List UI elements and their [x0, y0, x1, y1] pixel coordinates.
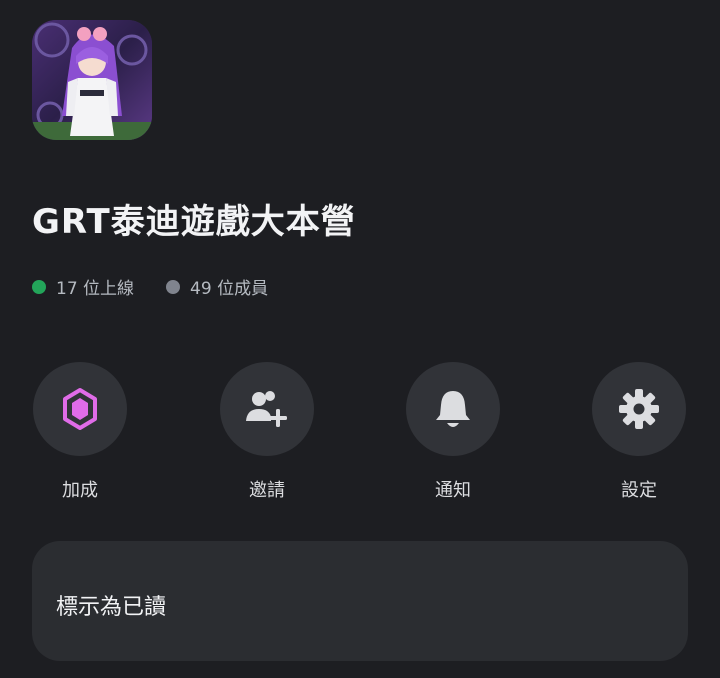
invite-action[interactable]: 邀請	[219, 362, 315, 502]
boost-button[interactable]	[33, 362, 127, 456]
online-stat: 17 位上線	[32, 274, 134, 299]
member-count: 49 位成員	[190, 279, 269, 299]
online-status-dot	[32, 279, 46, 294]
settings-button[interactable]	[592, 362, 686, 456]
member-stat: 49 位成員	[166, 274, 268, 299]
bell-icon	[436, 391, 470, 427]
settings-label: 設定	[621, 480, 657, 501]
server-name: GRT泰迪遊戲大本營	[32, 202, 356, 242]
boost-label: 加成	[62, 480, 98, 501]
settings-action[interactable]: 設定	[591, 362, 687, 502]
invite-button[interactable]	[220, 362, 314, 456]
boost-gem-icon	[63, 388, 97, 430]
server-stats: 17 位上線 49 位成員	[32, 274, 300, 299]
boost-action[interactable]: 加成	[32, 362, 128, 502]
gear-icon	[619, 389, 659, 429]
invite-label: 邀請	[249, 480, 285, 501]
member-status-dot	[166, 279, 181, 294]
notification-button[interactable]	[406, 362, 500, 456]
notification-action[interactable]: 通知	[405, 362, 501, 502]
mark-as-read-button[interactable]: 標示為已讀	[32, 541, 688, 661]
server-avatar-image	[32, 20, 152, 140]
notification-label: 通知	[435, 480, 471, 501]
server-icon[interactable]	[32, 20, 152, 140]
mark-as-read-label: 標示為已讀	[56, 595, 167, 620]
online-count: 17 位上線	[56, 279, 135, 299]
invite-user-icon	[246, 391, 287, 427]
